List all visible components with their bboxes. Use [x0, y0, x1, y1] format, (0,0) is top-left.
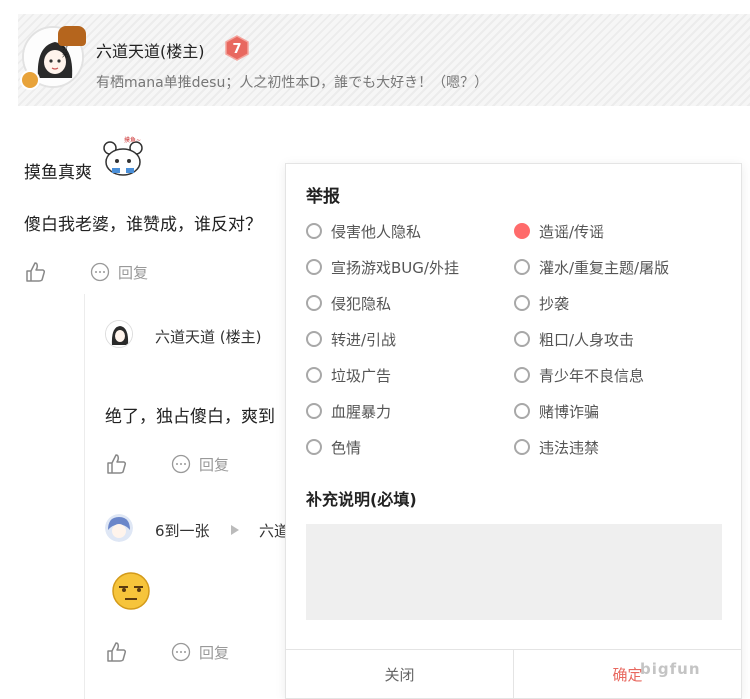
like-thumb-icon[interactable] — [105, 453, 127, 475]
radio-unchecked-icon[interactable] — [514, 367, 530, 383]
radio-unchecked-icon[interactable] — [306, 223, 322, 239]
avatar-frame-bear-icon — [58, 26, 86, 46]
comment-text: 绝了，独占傻白，爽到 — [105, 407, 275, 427]
radio-unchecked-icon[interactable] — [514, 295, 530, 311]
like-thumb-icon[interactable] — [105, 641, 127, 663]
report-reason-label: 造谣/传谣 — [539, 222, 605, 241]
report-reason-label: 灌水/重复主题/屠版 — [539, 258, 670, 277]
reply-bubble-icon[interactable] — [171, 642, 191, 662]
like-thumb-icon[interactable] — [24, 261, 46, 283]
report-reason-option[interactable]: 侵犯隐私 — [306, 292, 391, 314]
report-reason-option[interactable]: 赌博诈骗 — [514, 400, 599, 422]
report-reason-option[interactable]: 青少年不良信息 — [514, 364, 644, 386]
report-reason-option[interactable]: 血腥暴力 — [306, 400, 391, 422]
bear-sticker-icon: 摸鱼~ — [103, 136, 143, 176]
report-reason-label: 粗口/人身攻击 — [539, 330, 635, 349]
comment-author[interactable]: 六道天道 (楼主) — [155, 326, 261, 347]
comment-reply-button[interactable]: 回复 — [199, 642, 229, 663]
radio-unchecked-icon[interactable] — [306, 295, 322, 311]
report-reason-option[interactable]: 灌水/重复主题/屠版 — [514, 256, 669, 278]
post-actions: 回复 — [24, 261, 148, 283]
anime-girl-avatar-icon — [106, 321, 132, 347]
comment-actions: 回复 — [105, 453, 229, 475]
reply-bubble-icon[interactable] — [90, 262, 110, 282]
report-reason-label: 赌博诈骗 — [539, 402, 600, 421]
post-header: 穷 光 六道天道(楼主) 7 有栖mana单推desu；人之初性本D，誰でも大好… — [18, 14, 750, 106]
level-badge: 7 — [225, 35, 249, 61]
smug-face-emoji-icon — [112, 572, 150, 610]
report-reason-label: 转进/引战 — [331, 330, 397, 349]
report-reason-label: 侵犯隐私 — [331, 294, 392, 313]
post-text-line1: 摸鱼真爽 — [24, 163, 92, 183]
supplement-title: 补充说明(必填) — [306, 490, 417, 509]
comment-avatar[interactable] — [105, 320, 133, 348]
report-reason-option[interactable]: 粗口/人身攻击 — [514, 328, 634, 350]
confirm-button[interactable]: 确定 — [514, 650, 741, 699]
post-text-line2: 傻白我老婆，谁赞成，谁反对？ — [24, 215, 262, 235]
report-reason-option[interactable]: 违法违禁 — [514, 436, 599, 458]
radio-unchecked-icon[interactable] — [514, 259, 530, 275]
avatar-medal-icon — [20, 70, 40, 90]
report-reason-label: 宣扬游戏BUG/外挂 — [331, 258, 459, 277]
blue-hair-avatar-icon — [105, 514, 133, 542]
report-reason-label: 青少年不良信息 — [539, 366, 645, 385]
report-reason-label: 抄袭 — [539, 294, 570, 313]
watermark-logo: bigfun — [640, 660, 701, 678]
post-reply-button[interactable]: 回复 — [118, 262, 148, 283]
report-reason-option[interactable]: 造谣/传谣 — [514, 220, 604, 242]
report-dialog-title: 举报 — [306, 187, 340, 207]
radio-unchecked-icon[interactable] — [306, 367, 322, 383]
report-reason-label: 违法违禁 — [539, 438, 600, 457]
radio-unchecked-icon[interactable] — [306, 259, 322, 275]
svg-text:摸鱼~: 摸鱼~ — [124, 136, 141, 144]
report-reason-option[interactable]: 转进/引战 — [306, 328, 396, 350]
radio-unchecked-icon[interactable] — [306, 439, 322, 455]
report-reason-label: 垃圾广告 — [331, 366, 392, 385]
radio-unchecked-icon[interactable] — [514, 331, 530, 347]
radio-unchecked-icon[interactable] — [514, 403, 530, 419]
level-number: 7 — [232, 42, 241, 57]
reply-to-arrow-icon — [231, 525, 239, 535]
reply-bubble-icon[interactable] — [171, 454, 191, 474]
comment-actions: 回复 — [105, 641, 229, 663]
radio-unchecked-icon[interactable] — [514, 439, 530, 455]
comment-avatar[interactable] — [105, 514, 133, 542]
radio-checked-icon[interactable] — [514, 223, 530, 239]
svg-text:光: 光 — [62, 51, 68, 59]
close-button[interactable]: 关闭 — [286, 650, 514, 699]
report-reason-label: 血腥暴力 — [331, 402, 392, 421]
poster-signature: 有栖mana单推desu；人之初性本D，誰でも大好き！（嗯？） — [96, 75, 489, 91]
report-reason-option[interactable]: 垃圾广告 — [306, 364, 391, 386]
radio-unchecked-icon[interactable] — [306, 403, 322, 419]
report-reason-label: 色情 — [331, 438, 362, 457]
report-reason-option[interactable]: 色情 — [306, 436, 361, 458]
poster-name[interactable]: 六道天道(楼主) — [96, 38, 205, 62]
supplement-textarea[interactable] — [306, 524, 722, 620]
report-reason-option[interactable]: 侵害他人隐私 — [306, 220, 421, 242]
comment-reply-button[interactable]: 回复 — [199, 454, 229, 475]
report-reason-option[interactable]: 宣扬游戏BUG/外挂 — [306, 256, 459, 278]
report-reason-label: 侵害他人隐私 — [331, 222, 422, 241]
comment-author[interactable]: 6到一张 — [155, 520, 210, 541]
report-reason-option[interactable]: 抄袭 — [514, 292, 569, 314]
report-dialog: 举报 侵害他人隐私宣扬游戏BUG/外挂 侵犯隐私转进/引战垃圾广告血腥暴力色情 造谣… — [285, 163, 742, 699]
radio-unchecked-icon[interactable] — [306, 331, 322, 347]
